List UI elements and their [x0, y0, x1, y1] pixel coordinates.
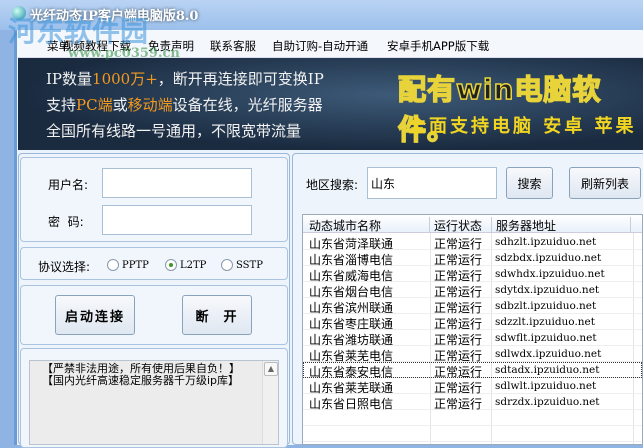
protocol-label: 协议选择:	[38, 260, 91, 274]
watermark-url: www.pc0359.cn	[68, 46, 180, 61]
radio-l2tp[interactable]: L2TP	[165, 259, 206, 271]
radio-circle-selected[interactable]	[165, 259, 177, 271]
table-row[interactable]: 山东省烟台电信 正常运行 sdytdx.ipzuiduo.net	[303, 282, 642, 299]
disconnect-button[interactable]: 断 开	[182, 295, 252, 335]
address-cell: sdzzlt.ipzuiduo.net	[495, 316, 595, 328]
scroll-up-icon[interactable]: ▲	[264, 362, 278, 376]
empty-row	[303, 410, 642, 426]
username-label: 用户名:	[48, 178, 89, 192]
radio-pptp[interactable]: PPTP	[107, 259, 149, 271]
menu-self-order[interactable]: 自助订购-自动开通	[272, 38, 368, 54]
table-row[interactable]: 山东省泰安电信 正常运行 sdtadx.ipzuiduo.net	[303, 362, 642, 379]
banner-line-2: 支持PC端或移动端设备在线，光纤服务器	[46, 96, 323, 114]
column-city[interactable]: 动态城市名称	[309, 217, 430, 233]
refresh-list-button[interactable]: 刷新列表	[569, 167, 641, 199]
menu-support[interactable]: 联系客服	[210, 38, 256, 54]
column-address[interactable]: 服务器地址	[496, 217, 631, 233]
radio-circle[interactable]	[107, 259, 119, 271]
title-bar: 光纤动态IP客户端电脑版8.0	[0, 0, 643, 30]
list-header: 动态城市名称 运行状态 服务器地址	[303, 215, 642, 233]
address-cell: sdytdx.ipzuiduo.net	[495, 284, 600, 296]
password-input[interactable]	[102, 205, 252, 235]
connect-button[interactable]: 启动连接	[55, 295, 135, 335]
username-input[interactable]	[102, 168, 252, 198]
table-row[interactable]: 山东省滨州联通 正常运行 sdbzlt.ipzuiduo.net	[303, 298, 642, 315]
address-cell: sdwhdx.ipzuiduo.net	[495, 268, 605, 280]
address-cell: sdlwdx.ipzuiduo.net	[495, 348, 602, 360]
ad-banner[interactable]: IP数量1000万+，断开再连接即可变换IP 支持PC端或移动端设备在线，光纤服…	[18, 58, 643, 150]
log-scrollbar[interactable]: ▲	[262, 361, 278, 444]
address-cell: sdzbdx.ipzuiduo.net	[495, 252, 602, 264]
address-cell: sdbzlt.ipzuiduo.net	[495, 300, 597, 312]
region-search-label: 地区搜索:	[306, 178, 359, 192]
empty-row	[303, 426, 642, 442]
table-row[interactable]: 山东省淄博电信 正常运行 sdzbdx.ipzuiduo.net	[303, 250, 642, 267]
radio-label: PPTP	[122, 259, 149, 271]
banner-line-1: IP数量1000万+，断开再连接即可变换IP	[46, 70, 324, 88]
server-list: 动态城市名称 运行状态 服务器地址 山东省菏泽联通 正常运行 sdhzlt.ipzu…	[302, 214, 643, 445]
banner-subline: 全面支持电脑 安卓 苹果	[408, 116, 637, 137]
address-cell: sdhzlt.ipzuiduo.net	[495, 236, 597, 248]
window-title: 光纤动态IP客户端电脑版8.0	[30, 9, 199, 24]
radio-label: SSTP	[236, 259, 263, 271]
column-status[interactable]: 运行状态	[434, 217, 492, 233]
table-row[interactable]: 山东省日照电信 正常运行 sdrzdx.ipzuiduo.net	[303, 394, 642, 411]
app-icon	[12, 6, 26, 20]
menu-android-app[interactable]: 安卓手机APP版下载	[387, 38, 489, 54]
table-row[interactable]: 山东省枣庄联通 正常运行 sdzzlt.ipzuiduo.net	[303, 314, 642, 331]
address-cell: sdtadx.ipzuiduo.net	[495, 364, 600, 376]
table-row[interactable]: 山东省莱芜电信 正常运行 sdlwdx.ipzuiduo.net	[303, 346, 642, 363]
region-search-input[interactable]	[367, 167, 497, 199]
address-cell: sdrzdx.ipzuiduo.net	[495, 396, 600, 408]
password-label: 密 码:	[48, 215, 84, 229]
radio-circle[interactable]	[221, 259, 233, 271]
log-line: 【国内光纤高速稳定服务器千万级ip库】	[42, 374, 240, 387]
table-row[interactable]: 山东省威海电信 正常运行 sdwhdx.ipzuiduo.net	[303, 266, 642, 283]
search-button[interactable]: 搜索	[506, 167, 553, 199]
banner-line-3: 全国所有线路一号通用，不限宽带流量	[46, 122, 302, 140]
log-textarea[interactable]: 【严禁非法用途，所有使用后果自负！】 【国内光纤高速稳定服务器千万级ip库】 ▲	[29, 360, 279, 445]
table-row[interactable]: 山东省菏泽联通 正常运行 sdhzlt.ipzuiduo.net	[303, 234, 642, 251]
radio-sstp[interactable]: SSTP	[221, 259, 263, 271]
address-cell: sdlwlt.ipzuiduo.net	[495, 380, 597, 392]
table-row[interactable]: 山东省莱芜联通 正常运行 sdlwlt.ipzuiduo.net	[303, 378, 642, 395]
radio-label: L2TP	[180, 259, 207, 271]
table-row[interactable]: 山东省潍坊联通 正常运行 sdwflt.ipzuiduo.net	[303, 330, 642, 347]
address-cell: sdwflt.ipzuiduo.net	[495, 332, 597, 344]
